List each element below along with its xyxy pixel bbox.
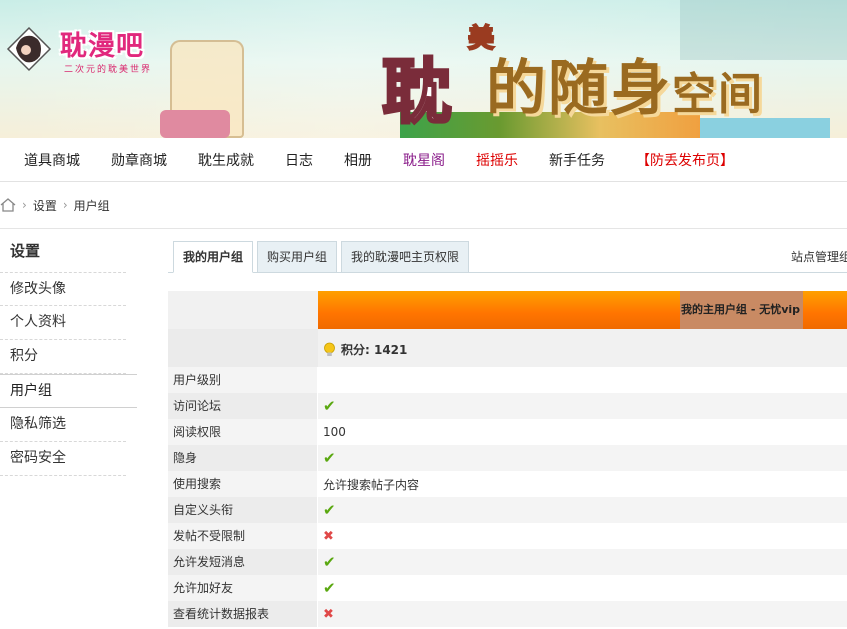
table-row: 访问论坛 ✔ [168, 393, 847, 419]
cross-icon: ✖ [323, 528, 334, 544]
perm-label: 使用搜索 [168, 471, 318, 497]
nav-item-shake[interactable]: 摇摇乐 [476, 150, 518, 170]
sidebar-item-privacy[interactable]: 隐私筛选 [0, 408, 126, 442]
perm-label: 查看统计数据报表 [168, 601, 318, 627]
perm-label: 访问论坛 [168, 393, 318, 419]
site-logo[interactable]: 耽漫吧 二次元的耽美世界 [4, 18, 172, 78]
tab-my-user-group[interactable]: 我的用户组 [173, 241, 254, 273]
perm-label: 允许加好友 [168, 575, 318, 601]
sidebar-item-user-group[interactable]: 用户组 [0, 374, 137, 408]
table-row: 查看统计数据报表 ✖ [168, 601, 847, 627]
site-banner: 耽漫吧 二次元的耽美世界 耽 美 的随身空间 [0, 0, 847, 138]
top-nav: 道具商城 勋章商城 耽生成就 日志 相册 耽星阁 摇摇乐 新手任务 【防丢发布页… [0, 138, 847, 182]
chevron-right-icon: › [22, 198, 27, 212]
check-icon: ✔ [323, 579, 336, 597]
lightbulb-icon [324, 342, 335, 356]
nav-item-star-pavilion[interactable]: 耽星阁 [403, 150, 445, 170]
table-row: 允许发短消息 ✔ [168, 549, 847, 575]
banner-title-rest: 的随身空间 [486, 40, 764, 127]
logo-subtitle: 二次元的耽美世界 [64, 65, 153, 75]
banner-title-small: 空间 [672, 69, 764, 120]
table-row: 发帖不受限制 ✖ [168, 523, 847, 549]
perm-label: 隐身 [168, 445, 318, 471]
perm-label: 自定义头衔 [168, 497, 318, 523]
nav-item-backup-page[interactable]: 【防丢发布页】 [636, 150, 734, 170]
logo-text: 耽漫吧 [60, 31, 144, 62]
banner-title-main: 的随身 [486, 54, 672, 124]
nav-item-tool-shop[interactable]: 道具商城 [24, 150, 80, 170]
nav-item-blog[interactable]: 日志 [285, 150, 313, 170]
perm-label: 阅读权限 [168, 419, 318, 445]
chevron-right-icon: › [62, 198, 68, 212]
check-icon: ✔ [323, 501, 336, 519]
sidebar-item-points[interactable]: 积分 [0, 340, 126, 374]
table-row: 允许加好友 ✔ [168, 575, 847, 601]
table-row: 用户级别 [168, 367, 847, 393]
perm-value: 100 [323, 425, 346, 439]
home-icon[interactable] [0, 197, 16, 213]
breadcrumb-user-group[interactable]: 用户组 [74, 197, 110, 214]
points-row-left [168, 329, 318, 367]
banner-title-first: 耽 [381, 50, 454, 135]
sidebar-title: 设置 [0, 228, 137, 272]
cross-icon: ✖ [323, 606, 334, 622]
check-icon: ✔ [323, 397, 336, 415]
table-row: 隐身 ✔ [168, 445, 847, 471]
tab-homepage-permissions[interactable]: 我的耽漫吧主页权限 [341, 241, 470, 273]
nav-item-newbie-tasks[interactable]: 新手任务 [549, 150, 605, 170]
perm-label: 用户级别 [168, 367, 318, 393]
nav-item-medal-shop[interactable]: 勋章商城 [111, 150, 167, 170]
settings-sidebar: 设置 修改头像 个人资料 积分 用户组 隐私筛选 密码安全 [0, 228, 137, 476]
table-row: 使用搜索 允许搜索帖子内容 [168, 471, 847, 497]
tab-buy-user-group[interactable]: 购买用户组 [257, 241, 338, 273]
points-row: 积分: 1421 [168, 329, 847, 367]
main-content: 我的用户组 购买用户组 我的耽漫吧主页权限 站点管理组 我的主用户组 - 无忧v… [137, 228, 847, 629]
check-icon: ✔ [323, 553, 336, 571]
perm-label: 允许发短消息 [168, 549, 318, 575]
sidebar-item-password[interactable]: 密码安全 [0, 442, 126, 476]
breadcrumb-settings[interactable]: 设置 [33, 197, 57, 214]
table-row: 自定义头衔 ✔ [168, 497, 847, 523]
candy-illustration [160, 110, 230, 138]
header-left-cell [168, 291, 318, 329]
check-icon: ✔ [323, 449, 336, 467]
points-value: 积分: 1421 [323, 341, 407, 358]
sidebar-item-avatar[interactable]: 修改头像 [0, 272, 126, 306]
nav-item-album[interactable]: 相册 [344, 150, 372, 170]
logo-character-icon [6, 26, 52, 72]
points-text: 积分: 1421 [341, 343, 408, 357]
site-admin-link[interactable]: 站点管理组 [791, 248, 847, 265]
main-group-label: 我的主用户组 - 无忧vip [680, 291, 803, 329]
breadcrumb: › 设置 › 用户组 [0, 190, 110, 220]
main-top-border [137, 228, 847, 229]
perm-value: 允许搜索帖子内容 [323, 477, 420, 492]
table-row: 阅读权限 100 [168, 419, 847, 445]
sidebar-item-profile[interactable]: 个人资料 [0, 306, 126, 340]
tab-bar: 我的用户组 购买用户组 我的耽漫吧主页权限 [173, 241, 473, 273]
nav-item-achievements[interactable]: 耽生成就 [198, 150, 254, 170]
permission-rows: 用户级别 访问论坛 ✔ 阅读权限 100 隐身 ✔ 使用搜索 允许搜索帖子内容 … [168, 367, 847, 627]
perm-label: 发帖不受限制 [168, 523, 318, 549]
